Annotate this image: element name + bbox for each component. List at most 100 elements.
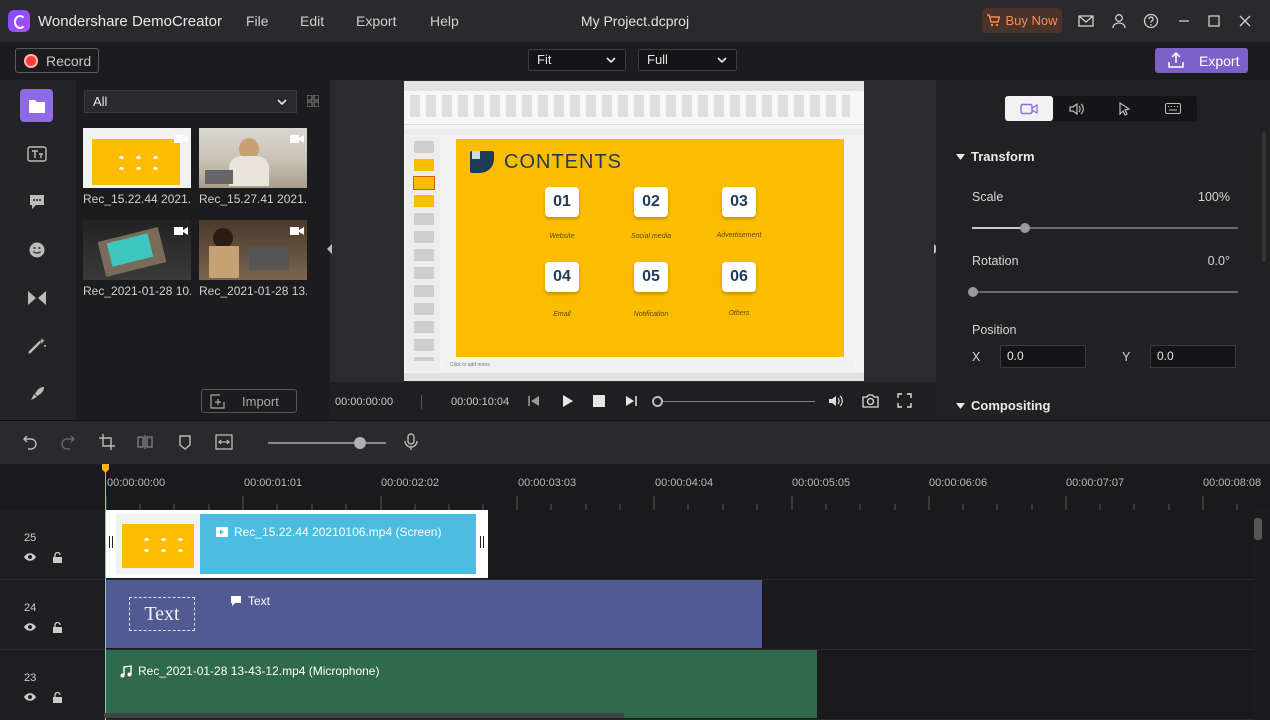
ruler-label: 00:00:00:00	[107, 477, 166, 489]
tab-keyboard[interactable]	[1149, 96, 1197, 121]
library-filter-dropdown[interactable]: All	[84, 90, 297, 113]
quality-dropdown[interactable]: Full	[638, 49, 737, 71]
unlock-icon[interactable]	[52, 552, 63, 563]
media-name: Rec_2021-01-28 13...	[199, 284, 307, 298]
volume-icon[interactable]	[828, 394, 844, 408]
grid-view-icon[interactable]	[307, 95, 319, 107]
export-button[interactable]: Export	[1155, 48, 1248, 73]
stop-icon[interactable]	[592, 394, 606, 408]
scale-slider[interactable]	[972, 223, 1238, 233]
effects-tab[interactable]	[20, 329, 53, 362]
media-thumbnail	[83, 220, 191, 280]
slide-number-box: 04	[545, 262, 579, 292]
snapshot-icon[interactable]	[862, 393, 879, 408]
media-item[interactable]: Rec_2021-01-28 13...	[199, 220, 307, 298]
chevron-down-icon	[277, 99, 287, 106]
collapse-left-icon[interactable]	[326, 243, 334, 255]
track-number: 23	[24, 672, 37, 684]
menu-help[interactable]: Help	[430, 13, 459, 29]
transform-section-header[interactable]: Transform	[956, 149, 1035, 164]
rotation-slider-knob[interactable]	[968, 287, 978, 297]
eye-icon[interactable]	[23, 622, 37, 632]
position-y-input[interactable]: 0.0	[1150, 345, 1236, 368]
preview-canvas[interactable]: CONTENTS 01 02 03 Website Social media A…	[404, 81, 864, 381]
playback-progress-track[interactable]	[658, 401, 815, 402]
left-tool-rail	[0, 80, 76, 420]
rotation-slider[interactable]	[968, 287, 1238, 297]
tab-video[interactable]	[1005, 96, 1053, 121]
buy-now-label: Buy Now	[1005, 13, 1058, 28]
help-icon[interactable]	[1142, 12, 1160, 30]
cursor-icon	[1119, 101, 1131, 116]
media-item[interactable]: Rec_15.22.44 2021...	[83, 128, 191, 206]
redo-icon[interactable]	[60, 434, 76, 450]
cart-icon	[987, 14, 1001, 27]
eye-icon[interactable]	[23, 692, 37, 702]
screen-clip[interactable]: Rec_15.22.44 20210106.mp4 (Screen)	[106, 510, 488, 578]
track-row[interactable]: Rec_15.22.44 20210106.mp4 (Screen)	[104, 510, 1254, 580]
track-row[interactable]: Rec_2021-01-28 13-43-12.mp4 (Microphone)	[104, 650, 1254, 720]
crop-icon[interactable]	[99, 434, 115, 450]
marker-icon[interactable]	[177, 434, 193, 450]
menu-file[interactable]: File	[246, 13, 269, 29]
unlock-icon[interactable]	[52, 622, 63, 633]
media-thumbnail	[199, 128, 307, 188]
text-icon	[26, 145, 47, 162]
properties-scrollbar[interactable]	[1262, 132, 1266, 262]
clip-label: Rec_2021-01-28 13-43-12.mp4 (Microphone)	[138, 664, 380, 678]
account-icon[interactable]	[1110, 12, 1128, 30]
menu-export[interactable]: Export	[356, 13, 396, 29]
import-button[interactable]: Import	[201, 389, 297, 413]
timeline-horizontal-scrollbar[interactable]	[104, 713, 624, 718]
play-icon[interactable]	[560, 394, 574, 408]
captions-tab[interactable]	[20, 137, 53, 170]
timeline-vertical-scrollbar[interactable]	[1254, 518, 1262, 540]
undo-icon[interactable]	[22, 434, 38, 450]
timeline-toolbar	[0, 420, 1270, 464]
microphone-icon[interactable]	[404, 433, 418, 451]
record-button[interactable]: Record	[15, 48, 99, 73]
timeline-ruler[interactable]: 00:00:00:00 00:00:01:01 00:00:02:02 00:0…	[0, 464, 1270, 510]
media-library-tab[interactable]	[20, 89, 53, 122]
maximize-icon[interactable]	[1205, 12, 1223, 30]
cursor-effects-tab[interactable]	[20, 377, 53, 410]
playhead[interactable]	[105, 464, 106, 720]
fit-timeline-icon[interactable]	[215, 434, 233, 450]
split-icon[interactable]	[137, 434, 153, 450]
unlock-icon[interactable]	[52, 692, 63, 703]
next-frame-icon[interactable]	[624, 394, 638, 408]
timeline-zoom-slider[interactable]	[268, 442, 386, 444]
track-row[interactable]: Text Text	[104, 580, 1254, 650]
ruler-label: 00:00:03:03	[518, 477, 577, 489]
scale-slider-knob[interactable]	[1020, 223, 1031, 233]
timeline-zoom-knob[interactable]	[354, 437, 366, 449]
compositing-section-header[interactable]: Compositing	[956, 398, 1050, 413]
media-item[interactable]: Rec_2021-01-28 10...	[83, 220, 191, 298]
previous-frame-icon[interactable]	[527, 394, 541, 408]
minimize-icon[interactable]	[1175, 12, 1193, 30]
stickers-tab[interactable]	[20, 233, 53, 266]
tab-cursor[interactable]	[1101, 96, 1149, 121]
track-controls	[23, 692, 63, 703]
slide-caption: Email	[553, 311, 571, 318]
buy-now-button[interactable]: Buy Now	[982, 8, 1062, 33]
text-clip[interactable]: Text Text	[106, 580, 762, 648]
mail-icon[interactable]	[1077, 12, 1095, 30]
media-item[interactable]: Rec_15.27.41 2021...	[199, 128, 307, 206]
position-x-input[interactable]: 0.0	[1000, 345, 1086, 368]
fit-dropdown[interactable]: Fit	[528, 49, 626, 71]
record-label: Record	[46, 52, 92, 69]
library-filter-value: All	[93, 94, 108, 109]
eye-icon[interactable]	[23, 552, 37, 562]
playback-progress-knob[interactable]	[652, 396, 663, 407]
audio-clip[interactable]: Rec_2021-01-28 13-43-12.mp4 (Microphone)	[106, 650, 817, 718]
transitions-tab[interactable]	[20, 281, 53, 314]
tab-audio[interactable]	[1053, 96, 1101, 121]
close-icon[interactable]	[1236, 12, 1254, 30]
ruler-label: 00:00:02:02	[381, 477, 440, 489]
annotation-tab[interactable]	[20, 185, 53, 218]
clip-title: Rec_2021-01-28 13-43-12.mp4 (Microphone)	[120, 664, 379, 678]
media-name: Rec_2021-01-28 10...	[83, 284, 191, 298]
menu-edit[interactable]: Edit	[300, 13, 324, 29]
fullscreen-icon[interactable]	[897, 393, 912, 408]
